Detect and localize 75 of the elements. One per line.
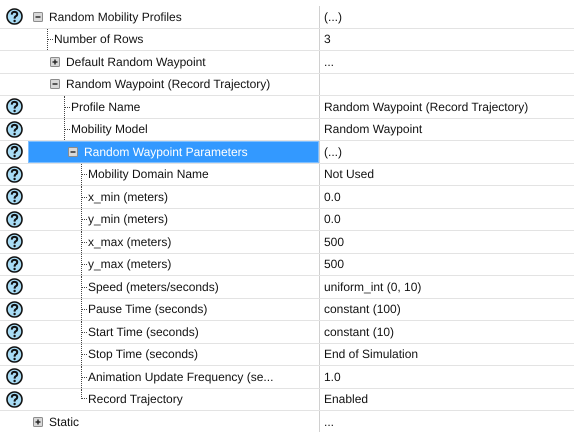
help-icon[interactable] (6, 256, 22, 273)
help-icon[interactable] (6, 143, 22, 160)
help-icon[interactable] (6, 166, 22, 183)
property-name: Random Waypoint Parameters (84, 144, 248, 161)
property-name-cell[interactable]: Start Time (seconds) (28, 321, 319, 342)
property-value[interactable]: Not Used (324, 165, 374, 184)
help-icon[interactable] (6, 8, 22, 26)
property-name-cell[interactable]: Number of Rows (28, 28, 319, 50)
help-icon[interactable] (6, 390, 22, 408)
expand-toggle[interactable] (50, 56, 60, 67)
property-name: Static (49, 414, 80, 431)
property-value[interactable]: uniform_int (0, 10) (324, 278, 422, 296)
property-name: Random Waypoint (Record Trajectory) (66, 76, 270, 94)
property-value[interactable]: 0.0 (324, 188, 341, 206)
expand-toggle[interactable] (68, 146, 78, 157)
property-value[interactable]: 0.0 (324, 210, 341, 228)
property-name: Animation Update Frequency (se... (88, 368, 274, 386)
property-value[interactable]: End of Simulation (324, 345, 418, 364)
help-icon[interactable] (6, 368, 22, 386)
help-icon[interactable] (6, 323, 22, 340)
property-name-cell[interactable]: x_min (meters) (28, 186, 319, 208)
property-name: Stop Time (seconds) (88, 346, 198, 364)
property-name: x_max (meters) (88, 234, 172, 251)
property-name-cell[interactable]: Profile Name (28, 96, 319, 118)
help-icon[interactable] (6, 346, 22, 363)
property-name-cell[interactable]: Animation Update Frequency (se... (28, 366, 319, 388)
property-value[interactable]: (...) (324, 142, 342, 161)
property-name: Mobility Model (71, 121, 148, 138)
expand-toggle[interactable] (33, 12, 43, 22)
property-value[interactable]: Enabled (324, 390, 368, 408)
property-name: Number of Rows (54, 31, 144, 48)
property-name-cell[interactable]: Pause Time (seconds) (28, 298, 319, 320)
help-icon[interactable] (6, 233, 22, 250)
property-name-cell[interactable]: Random Waypoint (Record Trajectory) (28, 74, 319, 95)
help-icon[interactable] (6, 120, 22, 138)
property-name-cell[interactable]: Stop Time (seconds) (28, 344, 319, 365)
property-name-cell[interactable]: x_max (meters) (28, 231, 319, 252)
property-value[interactable]: 3 (324, 30, 331, 48)
property-name: Random Mobility Profiles (49, 8, 182, 26)
property-name-cell[interactable]: y_min (meters) (28, 208, 319, 230)
property-value[interactable]: 500 (324, 232, 344, 251)
expand-toggle[interactable] (50, 79, 60, 90)
property-name-cell[interactable]: Default Random Waypoint (28, 51, 319, 72)
property-value[interactable]: ... (324, 52, 334, 71)
property-name: Start Time (seconds) (88, 324, 199, 341)
property-value[interactable]: Random Waypoint (Record Trajectory) (324, 98, 528, 116)
help-icon[interactable] (6, 98, 22, 116)
property-value[interactable]: constant (100) (324, 300, 401, 318)
help-icon[interactable] (6, 300, 22, 318)
help-icon[interactable] (6, 188, 22, 206)
property-value[interactable]: ... (324, 412, 334, 431)
help-icon[interactable] (6, 278, 22, 296)
property-value[interactable]: (...) (324, 8, 342, 26)
property-name: y_min (meters) (88, 211, 168, 228)
property-name: Mobility Domain Name (88, 166, 209, 184)
property-value[interactable]: 500 (324, 255, 344, 274)
property-name-cell[interactable]: Random Mobility Profiles (28, 6, 319, 28)
property-name: y_max (meters) (88, 256, 172, 274)
property-value[interactable]: 1.0 (324, 368, 341, 386)
property-name: Pause Time (seconds) (88, 301, 208, 318)
property-name-cell[interactable]: y_max (meters) (28, 254, 319, 275)
property-name: x_min (meters) (88, 188, 168, 206)
property-name: Speed (meters/seconds) (88, 278, 219, 296)
property-name-cell[interactable]: Static (28, 411, 319, 432)
property-name-cell[interactable]: Mobility Domain Name (28, 164, 319, 185)
property-name-cell[interactable]: Mobility Model (28, 118, 319, 140)
property-value[interactable]: constant (10) (324, 322, 394, 341)
property-name: Default Random Waypoint (66, 54, 206, 71)
help-icon[interactable] (6, 210, 22, 228)
expand-toggle[interactable] (33, 416, 43, 427)
property-name: Profile Name (71, 98, 140, 116)
property-name-cell[interactable]: Record Trajectory (28, 388, 319, 410)
property-name: Record Trajectory (88, 391, 183, 408)
property-value[interactable]: Random Waypoint (324, 120, 422, 138)
property-name-cell[interactable]: Speed (meters/seconds) (28, 276, 319, 298)
